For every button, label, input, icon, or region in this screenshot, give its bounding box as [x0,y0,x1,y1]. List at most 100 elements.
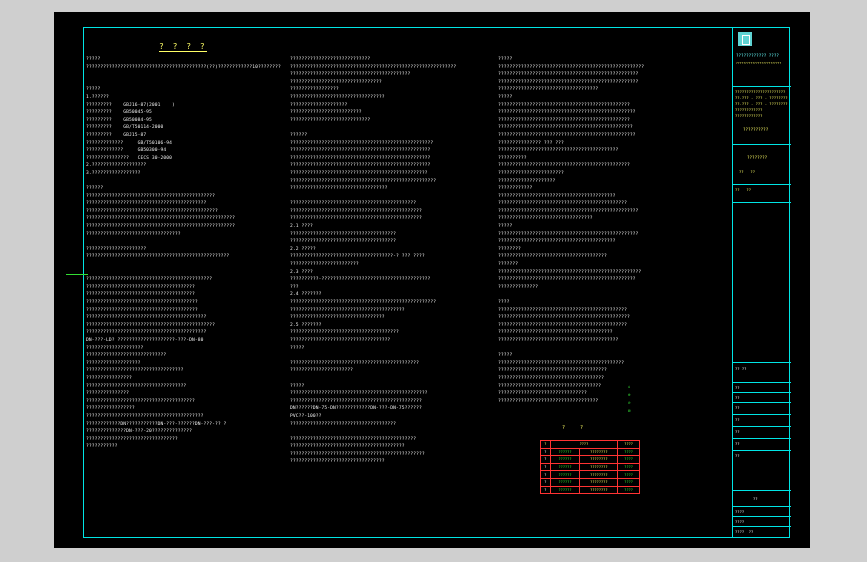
note-line [290,352,456,360]
note-line: ??????????????????????????????????????? [86,300,198,305]
note-line: ?????? [290,132,308,138]
note-line: ?????????????? [498,284,539,290]
note-line: ????????????????????????????????? [290,315,385,321]
note-line: ????????????????????????????????????????… [86,208,218,214]
note-line: ??????????-?????????????????????????????… [290,277,431,283]
table-row: ??????????????????? [540,455,640,464]
cert-line: ??.??? - ??? - ???????? [735,95,788,100]
table-cell: ? [540,470,551,479]
note-line: ????????????????????????????????????????… [498,277,636,283]
note-line: ???????????????????? [290,102,348,108]
small-row: ?? [733,427,791,439]
table-cell: ???? [617,477,640,487]
table-body: ????????????????????????????????????????… [540,447,640,495]
note-line: ????????? GBJ15-87 [86,132,147,138]
table-cell: ? [540,485,551,495]
table-cell: ???????? [579,447,619,457]
note-line: ????????????????????????????????????????… [498,208,639,214]
note-line: ????????????????????????????????? [498,216,593,222]
note-line: ????????????????????????????????????????… [86,330,207,336]
note-line: ????????????????????????????????????-? ?… [290,254,425,260]
note-line [498,291,644,299]
note-line: ????????????????????????????????????????… [290,216,422,222]
note-line: ????????????????????????????????????? [290,421,397,427]
note-line: ????????????????? [86,406,135,412]
note-line: ????????????????????????????????? [290,459,385,465]
table-row: ??????????????????? [540,485,640,495]
note-line: ????????????????????????????????? [86,231,181,237]
note-line: ?????????????????????????????????? [290,186,388,192]
note-line: ??????????????????????????????????? [498,87,599,93]
note-line: ??????????????? ??? ??? [498,140,564,146]
small-row: ?? [733,439,791,451]
note-line: ????????????????????????????????????????… [498,125,633,131]
note-line: 2.3 ???? [290,269,313,275]
note-line: ????????????????????????????????????????… [290,140,434,146]
note-line: ?????? [86,186,104,192]
note-line: ????????????????????????????????????????… [86,193,215,199]
note-line: ????????????????????????????????????????… [498,163,630,169]
note-line: ????????????????????????????????????? [290,239,397,245]
title-block: ???????????? ???? ??????????????????????… [732,27,791,538]
note-line: ??????????????????????? [498,170,564,176]
note-line: ????????????????????????????????? [290,94,385,100]
table-header-row: ? ???? ???? [540,440,640,449]
note-line: ????????????????????????????????????????… [498,360,625,366]
note-line: ????? [290,383,305,389]
note-line: ?????????????????????????????????? [86,368,184,374]
note-line: ????????? GB/T50114-2000 [86,125,164,131]
note-line: PVC??-100?? [290,413,322,419]
note-line: ??????????????????????????????? [498,391,587,397]
note-line: ?????????????????????????????????????? [498,254,607,260]
note-line: ?????????????????????????????????????? [86,284,195,290]
table-row: ??????????????????? [540,470,640,479]
table-cell: ? [540,477,551,487]
small-row: ?? [733,393,791,403]
note-line: 2.1 ???? [290,224,313,230]
note-line: 2.2 ????? [290,246,316,252]
table-header-cell: ???? [549,440,619,449]
note-line: ????????????????????????????????????????… [498,231,639,237]
number-row: ???? ?? [735,529,754,534]
table-cell: ?????? [549,462,581,472]
note-line: DN??????DN-75-DN????????????DN-???-DN-75… [290,406,422,412]
table-cell: ???? [617,470,640,479]
note-line: ????????????????????????????????????????… [498,132,636,138]
note-line: 2.4 ??????? [290,292,322,298]
note-line: ??????????????? CECS 30-2000 [86,155,172,161]
note-line: ???? [498,300,510,305]
note-line: ????????????????????? [86,246,147,252]
note-line: ????????????????????????????????????????… [86,216,236,222]
note-line: ????????????????????????????????????????… [498,201,627,207]
note-line: ????????????????????????????????????????… [498,148,619,154]
table-cell: ???????? [579,462,619,472]
note-line: ????????????? GB50300-94 [86,148,167,154]
note-line: ????????????????????????????????????????… [290,163,431,169]
table-cell: ?????? [549,447,581,457]
sign-line: ?? ?? [735,187,752,192]
note-line [86,238,281,246]
note-line: ????? [290,345,305,351]
note-line: ???????????????????? [86,345,144,351]
note-line: ????? [86,87,101,93]
note-line: ?????????????????????????????????????? [86,398,195,404]
table-cell: ???????? [579,470,619,479]
note-line: ??????????????????????????????????? [290,337,391,343]
note-line: ????????????????????????????????????????… [498,64,645,70]
legend-table-title: ? ? [562,425,590,431]
cad-viewport[interactable]: ? ? ? ? ????????????????????????????????… [54,12,810,548]
company-subtitle: ????????????????????????? [736,61,782,65]
note-line: ????????????????????????????????????? [290,231,397,237]
drawing-name: ???????? [747,155,768,160]
note-line: ????????????????????????????????????????… [290,398,422,404]
legend-symbol-icon: ⊗ [628,392,631,397]
cert-line: ???????????? [735,107,763,112]
note-line: ???????????????? [86,375,132,381]
legend-symbol-icon: ⊘ [628,400,631,405]
note-line: ????????????? GB/T50106-94 [86,140,172,146]
small-row: ?? [733,415,791,427]
note-line: ????????????????????????????????????????… [498,315,630,321]
note-line: ????? [86,57,101,62]
note-line: 1.?????? [86,94,109,100]
small-row: ?? [733,451,791,491]
